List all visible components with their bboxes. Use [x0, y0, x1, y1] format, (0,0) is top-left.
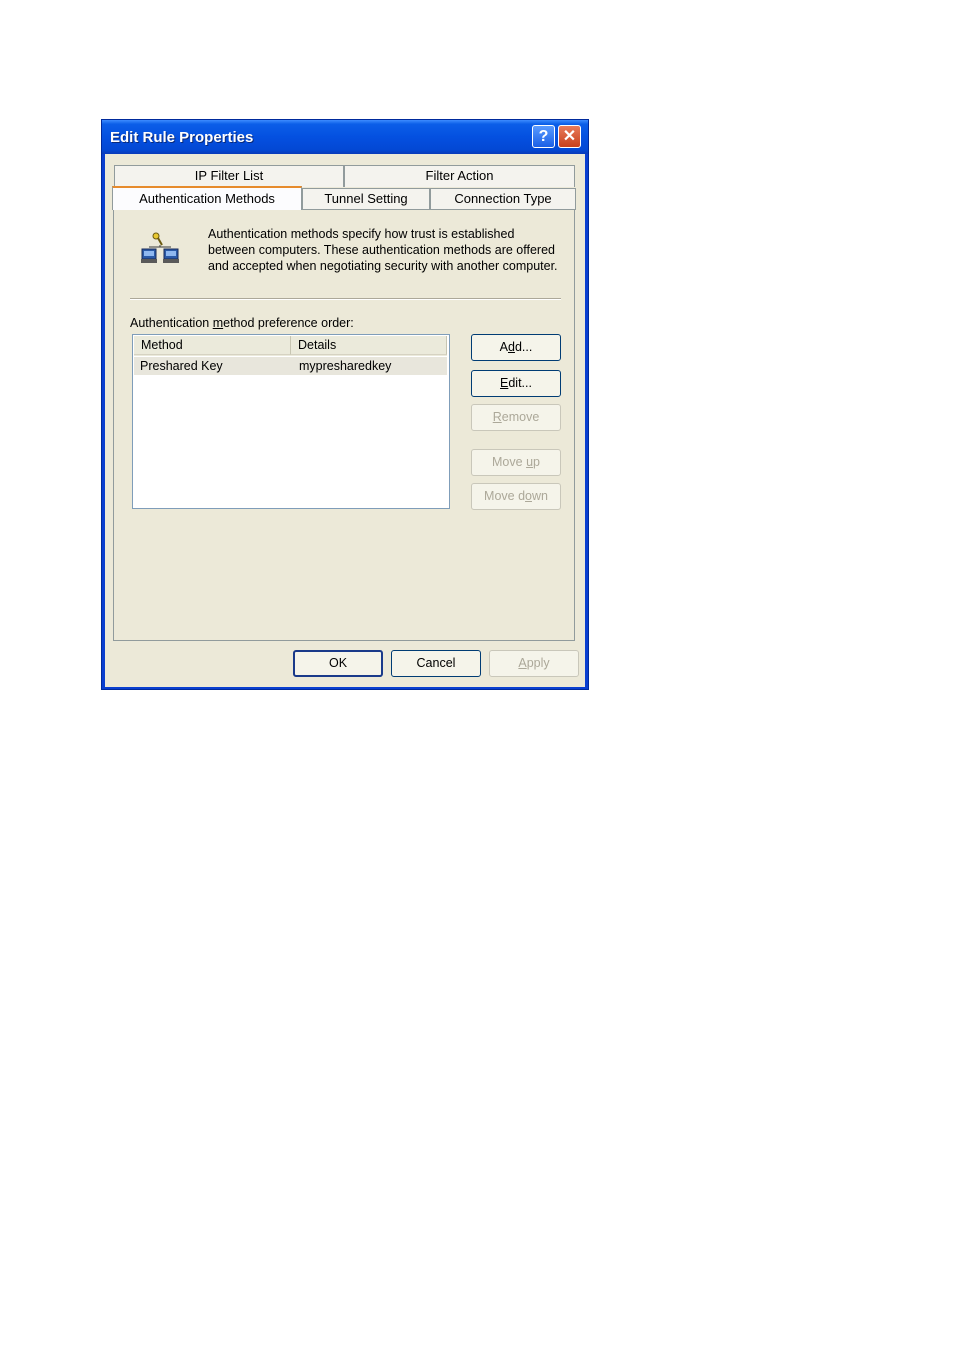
tab-connection-type[interactable]: Connection Type — [430, 188, 576, 210]
tab-filter-action[interactable]: Filter Action — [344, 165, 575, 187]
help-button[interactable]: ? — [532, 125, 555, 148]
edit-rule-properties-dialog: Edit Rule Properties ? ✕ IP Filter List … — [101, 119, 589, 690]
tab-ip-filter-list[interactable]: IP Filter List — [114, 165, 344, 187]
tab-label: Connection Type — [454, 191, 552, 206]
list-item[interactable]: Preshared Key mypresharedkey — [134, 357, 447, 375]
network-key-icon — [141, 231, 181, 271]
tab-label: IP Filter List — [194, 168, 264, 183]
close-button[interactable]: ✕ — [558, 125, 581, 148]
remove-button[interactable]: Remove — [471, 404, 561, 431]
method-cell: Preshared Key — [140, 359, 223, 373]
tab-tunnel-setting[interactable]: Tunnel Setting — [302, 188, 430, 210]
apply-button[interactable]: Apply — [489, 650, 579, 677]
tab-label: Authentication Methods — [139, 191, 275, 206]
column-header-method[interactable]: Method — [134, 336, 291, 355]
tab-label: Tunnel Setting — [324, 191, 408, 206]
tab-authentication-methods[interactable]: Authentication Methods — [112, 186, 302, 210]
move-up-button[interactable]: Move up — [471, 449, 561, 476]
help-icon: ? — [538, 128, 549, 145]
description-text: Authentication methods specify how trust… — [208, 227, 558, 273]
authentication-methods-list[interactable]: Method Details Preshared Key mypreshared… — [132, 334, 450, 509]
add-button[interactable]: Add... — [471, 334, 561, 361]
window-title: Edit Rule Properties — [110, 129, 254, 146]
close-icon: ✕ — [562, 128, 577, 145]
separator — [130, 298, 561, 300]
column-header-details[interactable]: Details — [291, 336, 447, 355]
title-bar[interactable]: Edit Rule Properties ? ✕ — [102, 120, 588, 154]
list-header: Method Details — [134, 336, 447, 356]
list-label: Authentication method preference order: — [130, 316, 354, 330]
ok-button[interactable]: OK — [293, 650, 383, 677]
dialog-client-area: IP Filter List Filter Action Authenticat… — [105, 154, 585, 687]
cancel-button[interactable]: Cancel — [391, 650, 481, 677]
tab-label: Filter Action — [425, 168, 494, 183]
move-down-button[interactable]: Move down — [471, 483, 561, 510]
details-cell: mypresharedkey — [299, 359, 392, 373]
edit-button[interactable]: Edit... — [471, 370, 561, 397]
